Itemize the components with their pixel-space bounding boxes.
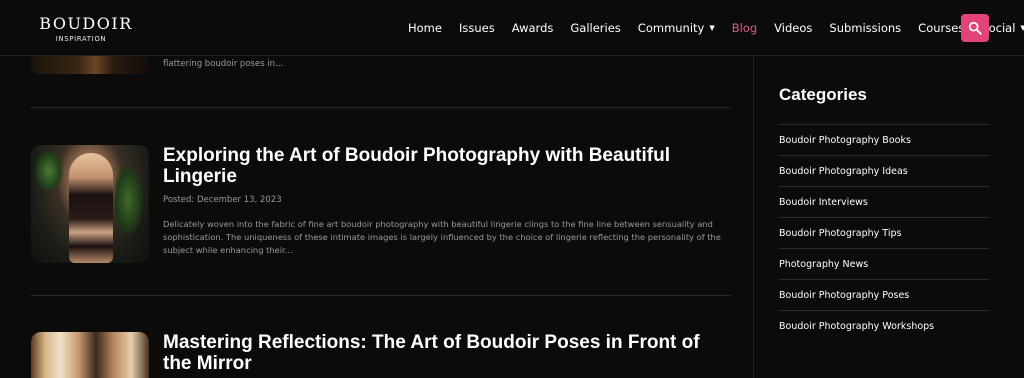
thumbnail-detail [113,165,143,235]
sidebar-title: Categories [779,85,867,104]
nav-label: Home [408,21,442,35]
chevron-down-icon: ▼ [1020,24,1024,32]
category-list: Boudoir Photography Books Boudoir Photog… [779,124,989,341]
nav-item-blog[interactable]: Blog [732,21,757,35]
nav-item-videos[interactable]: Videos [774,21,812,35]
nav-label: Community [637,21,705,35]
site-logo[interactable]: BOUDOIR INSPIRATION [31,15,141,44]
thumbnail-detail [35,151,63,191]
nav-label: Galleries [570,21,621,35]
nav-item-awards[interactable]: Awards [512,21,554,35]
nav-item-courses[interactable]: Courses [918,21,964,35]
post-excerpt: flattering boudoir poses in... [163,59,284,69]
post-excerpt: Delicately woven into the fabric of fine… [163,219,721,255]
nav-label: Submissions [829,21,902,35]
site-header: BOUDOIR INSPIRATION Home Issues Awards G… [0,0,1024,56]
chevron-down-icon: ▼ [709,24,715,32]
category-link[interactable]: Boudoir Interviews [779,186,989,217]
nav-item-galleries[interactable]: Galleries [570,21,620,35]
nav-label: Videos [774,21,813,35]
divider [31,295,731,296]
category-link[interactable]: Boudoir Photography Ideas [779,155,989,186]
nav-label: Courses [918,21,965,35]
category-link[interactable]: Boudoir Photography Tips [779,217,989,248]
post-thumbnail[interactable] [31,145,149,263]
logo-subtitle: INSPIRATION [55,35,107,43]
column-divider [753,56,754,378]
posts-list: flattering boudoir poses in... Exploring… [31,56,731,378]
post-thumbnail[interactable] [31,56,149,74]
logo-wordmark: BOUDOIR [39,14,133,33]
search-button[interactable] [961,14,989,42]
post-thumbnail[interactable] [31,332,149,378]
nav-label: Awards [511,21,554,35]
search-icon [968,21,982,35]
nav-label: Blog [731,21,758,35]
post-title[interactable]: Mastering Reflections: The Art of Boudoi… [163,332,731,374]
nav-item-submissions[interactable]: Submissions [829,21,901,35]
category-link[interactable]: Boudoir Photography Workshops [779,310,989,341]
main-nav: Home Issues Awards Galleries Community ▼ … [408,0,1024,56]
category-link[interactable]: Boudoir Photography Poses [779,279,989,310]
thumbnail-subject [69,153,113,263]
category-link[interactable]: Boudoir Photography Books [779,124,989,155]
nav-item-issues[interactable]: Issues [459,21,495,35]
category-link[interactable]: Photography News [779,248,989,279]
nav-item-home[interactable]: Home [408,21,442,35]
post-date: Posted: December 13, 2023 [163,195,282,205]
nav-label: Issues [458,21,495,35]
nav-item-community[interactable]: Community ▼ [638,21,715,35]
post-title[interactable]: Exploring the Art of Boudoir Photography… [163,145,731,187]
divider [31,107,731,108]
